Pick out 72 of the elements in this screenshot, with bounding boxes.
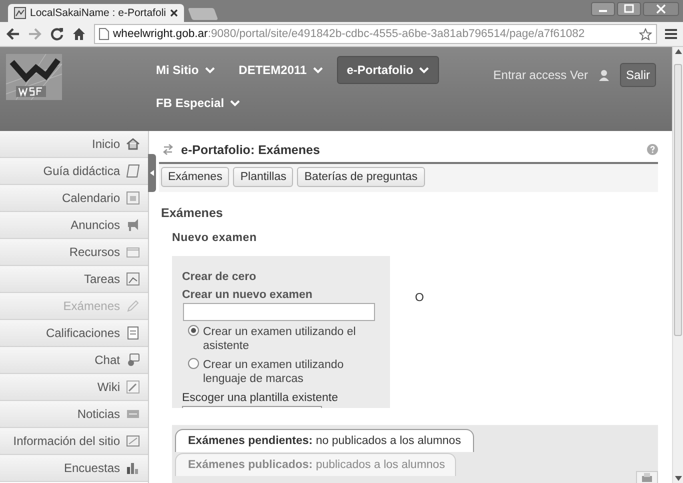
sidebar-item[interactable]: Wiki <box>0 374 148 401</box>
template-label: Escoger una plantilla existente <box>182 392 339 404</box>
page-icon <box>99 28 109 40</box>
sidebar-item[interactable]: Chat <box>0 347 148 374</box>
minimize-icon[interactable] <box>591 2 615 16</box>
bar-chart-icon <box>126 461 140 475</box>
browser-tab[interactable]: LocalSakaiName : e-Portafoli <box>8 4 184 22</box>
caret-icon <box>312 66 323 74</box>
nav-menu[interactable]: DETEM2011 <box>228 56 333 84</box>
back-icon[interactable] <box>6 27 20 41</box>
scrollbar-thumb[interactable] <box>674 64 682 336</box>
triangle-icon <box>150 170 154 176</box>
tab-title: LocalSakaiName : e-Portafoli <box>30 7 166 19</box>
input-field[interactable] <box>183 303 375 322</box>
caret-icon <box>230 100 240 106</box>
radio-label: Crear un examen utilizando lenguaje de marcas <box>203 358 345 386</box>
sidebar-item[interactable]: Inicio <box>0 131 148 158</box>
nav-menu[interactable]: FB Especial <box>146 89 250 117</box>
section-heading: Exámenes <box>161 206 224 220</box>
sidebar-item[interactable]: Información del sitio <box>0 428 148 455</box>
megaphone-icon <box>126 218 140 232</box>
address-bar[interactable]: wheelwright.gob.ar:9080/portal/site/e491842b-cdbc-4555-a6be-3a81ab796514/page/a7f61082 <box>94 24 657 44</box>
close-icon[interactable] <box>170 9 178 17</box>
nav-menu[interactable]: Mi Sitio <box>146 56 225 84</box>
url-text: wheelwright.gob.ar:9080/portal/site/e491842b-cdbc-4555-a6be-3a81ab796514/page/a7f61082 <box>113 28 585 40</box>
radio-button[interactable] <box>188 358 199 370</box>
picture-icon <box>126 272 140 286</box>
user-name: Entrar access Ver <box>493 67 588 82</box>
printer-icon[interactable] <box>636 471 658 483</box>
sidebar-item[interactable]: Encuestas <box>0 455 148 482</box>
tab[interactable]: Exámenes publicados: publicados a los alumnos <box>175 453 456 476</box>
swap-icon[interactable] <box>163 144 173 156</box>
user-icon[interactable] <box>598 69 610 81</box>
pencil-icon <box>126 299 140 313</box>
reload-icon[interactable] <box>50 27 64 41</box>
panel-title: Crear de cero <box>182 271 258 284</box>
chat-icon <box>126 353 140 367</box>
sidebar-item[interactable]: Noticias <box>0 401 148 428</box>
sidebar-item[interactable]: Recursos <box>0 239 148 266</box>
toolbar-button[interactable]: Plantillas <box>233 167 294 188</box>
sidebar-item[interactable]: Calificaciones <box>0 320 148 347</box>
house-icon <box>126 137 140 151</box>
field-label: Crear un nuevo examen <box>182 289 314 302</box>
subsection-heading: Nuevo examen <box>172 232 258 244</box>
tab[interactable]: Exámenes pendientes: no publicados a los alumnos <box>175 429 474 452</box>
toolbar-button[interactable]: Exámenes <box>161 167 230 188</box>
tool-title: e-Portafolio: Exámenes <box>181 142 321 157</box>
caret-icon <box>419 66 430 74</box>
toolbar-button[interactable]: Baterías de preguntas <box>297 167 425 188</box>
menu-icon[interactable] <box>665 28 677 40</box>
page-icon <box>126 164 140 178</box>
sidebar-item[interactable]: Tareas <box>0 266 148 293</box>
nav-menu[interactable]: e-Portafolio <box>336 56 440 84</box>
scroll-down-icon[interactable] <box>674 476 682 481</box>
collapse-handle[interactable] <box>148 154 156 192</box>
caret-icon <box>204 66 215 74</box>
site-logo[interactable] <box>6 54 62 100</box>
separator-text: O <box>415 292 424 304</box>
maximize-icon[interactable] <box>617 2 641 16</box>
sidebar-item[interactable]: Guía didáctica <box>0 158 148 185</box>
pencil-icon <box>126 380 140 394</box>
logout-button[interactable]: Salir <box>620 63 656 87</box>
sidebar-item[interactable]: Calendario <box>0 185 148 212</box>
sidebar-item[interactable]: Anuncios <box>0 212 148 239</box>
radio-button[interactable] <box>188 325 199 336</box>
home-icon[interactable] <box>72 27 86 41</box>
list-icon <box>126 326 140 340</box>
scroll-up-icon[interactable] <box>674 49 682 54</box>
close-icon[interactable] <box>643 2 679 16</box>
star-icon[interactable] <box>639 28 652 40</box>
site-favicon-icon <box>14 7 26 19</box>
radio-label: Crear un examen utilizando el asistente <box>203 325 357 354</box>
